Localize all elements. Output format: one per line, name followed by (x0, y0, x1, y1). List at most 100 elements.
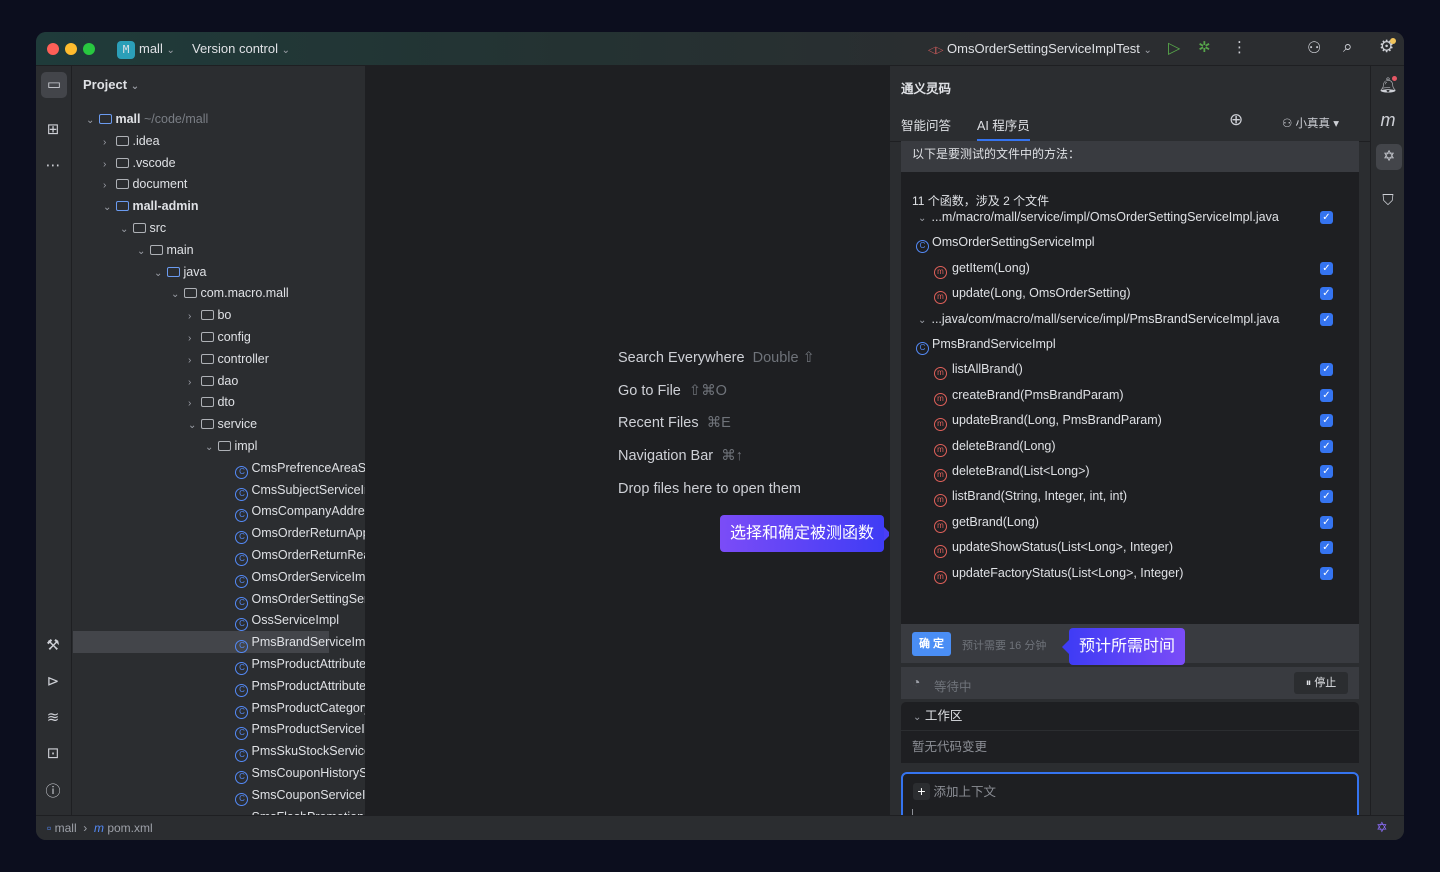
checkbox-checked[interactable]: ✓ (1320, 414, 1333, 428)
chevron-right-icon[interactable]: › (188, 350, 198, 372)
checkbox-checked[interactable]: ✓ (1320, 211, 1333, 224)
method-row[interactable]: m deleteBrand(Long) ✓ (901, 434, 1345, 459)
tree-item[interactable]: ⌄ src (73, 217, 329, 239)
tree-item[interactable]: ⌄ java (73, 261, 329, 283)
tree-item[interactable]: CPmsProductCategoryServiceImpl (73, 697, 365, 719)
chevron-right-icon[interactable]: › (188, 393, 198, 415)
method-row[interactable]: m updateFactoryStatus(List<Long>, Integer… (901, 561, 1345, 586)
tree-item[interactable]: CSmsFlashPromotionServiceImpl (73, 806, 365, 815)
tree-item[interactable]: C PmsBrandServiceImpl (73, 631, 365, 654)
method-row[interactable]: m deleteBrand(List<Long>) ✓ (901, 459, 1345, 484)
chevron-down-icon[interactable]: ⌄ (918, 206, 928, 231)
checkbox-checked[interactable]: ✓ (1320, 312, 1333, 326)
chevron-down-icon[interactable]: ⌄ (188, 415, 198, 437)
breadcrumb-item[interactable]: pom.xml (107, 821, 152, 835)
chevron-down-icon[interactable]: ⌄ (171, 284, 181, 306)
tree-item[interactable]: CPmsProductAttributeServiceImpl (73, 675, 365, 697)
tab-ai-programmer[interactable]: AI 程序员 (977, 115, 1030, 141)
notifications-bell-icon[interactable]: 🔔︎ (1376, 76, 1400, 94)
tree-item[interactable]: › dao (73, 370, 329, 392)
project-switcher[interactable]: Mmall ⌄ (117, 40, 175, 59)
tree-item[interactable]: COmsOrderReturnApplyServiceImpl (73, 522, 365, 545)
file-row[interactable]: ⌄ ...java/com/macro/mall/service/impl/Pm… (901, 307, 1345, 332)
tree-item[interactable]: C OmsOrderServiceImpl (73, 566, 365, 588)
chevron-down-icon[interactable]: ⌄ (918, 308, 928, 333)
tree-item[interactable]: CCmsPrefrenceAreaServiceImpl (73, 457, 365, 479)
confirm-button[interactable]: 确 定 (912, 632, 951, 656)
maven-icon[interactable]: m (1376, 110, 1400, 131)
chevron-right-icon[interactable]: › (188, 328, 198, 350)
maximize-window-button[interactable] (83, 43, 95, 55)
tree-item[interactable]: › bo (73, 304, 329, 326)
tree-item[interactable]: COmsOrderSettingServiceImpl (73, 588, 365, 610)
debug-icon[interactable]: ✲ (1198, 38, 1211, 56)
chevron-right-icon[interactable]: › (103, 132, 113, 154)
new-chat-icon[interactable]: ⊕ (1229, 110, 1243, 130)
run-services-icon[interactable]: ⊳ (41, 672, 65, 690)
add-context-button[interactable]: + 添加上下文 (913, 781, 996, 800)
tree-item[interactable]: ⌄ mall-admin (73, 195, 329, 217)
terminal-icon[interactable]: ⊡ (41, 744, 65, 762)
checkbox-checked[interactable]: ✓ (1320, 541, 1333, 555)
more-icon[interactable]: ⋮ (1232, 38, 1247, 56)
method-row[interactable]: m listBrand(String, Integer, int, int) ✓ (901, 484, 1345, 509)
method-row[interactable]: m updateShowStatus(List<Long>, Integer) ✓ (901, 535, 1345, 560)
tree-item[interactable]: CPmsProductAttributeCategoryServiceImpl (73, 653, 365, 675)
structure-icon[interactable]: ⊞ (41, 120, 65, 138)
layers-icon[interactable]: ≋ (41, 708, 65, 726)
tree-item[interactable]: ⌄ com.macro.mall (73, 282, 329, 304)
chevron-right-icon[interactable]: › (188, 306, 198, 328)
file-row[interactable]: ⌄ ...m/macro/mall/service/impl/OmsOrderS… (901, 205, 1345, 230)
chevron-down-icon[interactable]: ⌄ (103, 197, 113, 219)
user-menu[interactable]: ⚇ 小真真 ▾ (1282, 115, 1339, 131)
method-row[interactable]: m createBrand(PmsBrandParam) ✓ (901, 383, 1345, 408)
checkbox-checked[interactable]: ✓ (1320, 465, 1333, 478)
tree-item[interactable]: CSmsCouponHistoryServiceImpl (73, 762, 365, 784)
tree-item[interactable]: › .vscode (73, 152, 329, 174)
tree-item[interactable]: › .idea (73, 130, 329, 152)
method-row[interactable]: m update(Long, OmsOrderSetting) ✓ (901, 281, 1345, 306)
more-tools-icon[interactable]: ⋯ (41, 156, 65, 174)
checkbox-checked[interactable]: ✓ (1320, 363, 1333, 377)
tree-item[interactable]: C OssServiceImpl (73, 609, 339, 632)
checkbox-checked[interactable]: ✓ (1320, 490, 1333, 504)
chevron-down-icon[interactable]: ⌄ (154, 263, 164, 285)
checkbox-checked[interactable]: ✓ (1320, 515, 1333, 529)
chevron-right-icon[interactable]: › (103, 154, 113, 176)
project-view-selector[interactable]: Project ⌄ (83, 77, 139, 92)
tree-item[interactable]: COmsCompanyAddressServiceImpl (73, 500, 365, 523)
chevron-down-icon[interactable]: ⌄ (205, 437, 215, 459)
search-icon[interactable]: ⌕ (1343, 37, 1353, 57)
vcs-menu[interactable]: Version control ⌄ (192, 40, 290, 60)
method-row[interactable]: m getBrand(Long) ✓ (901, 510, 1345, 535)
tree-item[interactable]: COmsOrderReturnReasonServiceImpl (73, 544, 365, 566)
security-shield-icon[interactable]: ⛉ (1376, 192, 1400, 209)
tongyi-lingma-icon[interactable]: ✡ (1376, 144, 1402, 170)
tree-item[interactable]: ⌄ impl (73, 435, 329, 457)
chevron-down-icon[interactable]: ⌄ (137, 241, 147, 263)
tree-item[interactable]: ⌄ main (73, 239, 329, 261)
chevron-down-icon[interactable]: ⌄ (86, 110, 96, 132)
tree-item[interactable]: › document (73, 173, 329, 195)
stop-button[interactable]: ⏸ 停止 (1294, 672, 1348, 694)
checkbox-checked[interactable]: ✓ (1320, 566, 1333, 580)
checkbox-checked[interactable]: ✓ (1320, 439, 1333, 453)
tree-item[interactable]: ⌄ service (73, 413, 329, 435)
checkbox-checked[interactable]: ✓ (1320, 287, 1333, 301)
method-row[interactable]: m listAllBrand() ✓ (901, 357, 1345, 382)
chevron-right-icon[interactable]: › (188, 372, 198, 394)
build-hammer-icon[interactable]: ⚒ (41, 636, 65, 654)
add-user-icon[interactable]: ⚇ (1307, 38, 1321, 58)
settings-icon[interactable]: ⚙ (1379, 37, 1397, 57)
method-row[interactable]: m updateBrand(Long, PmsBrandParam) ✓ (901, 408, 1345, 433)
run-icon[interactable]: ▷ (1168, 38, 1180, 58)
breadcrumb-item[interactable]: mall (55, 821, 77, 835)
checkbox-checked[interactable]: ✓ (1320, 261, 1333, 275)
tree-item[interactable]: CPmsProductServiceImpl (73, 718, 365, 741)
method-row[interactable]: m getItem(Long) ✓ (901, 256, 1345, 281)
chevron-right-icon[interactable]: › (103, 175, 113, 197)
tree-item[interactable]: CCmsSubjectServiceImpl (73, 479, 365, 501)
tab-smart-qa[interactable]: 智能问答 (901, 115, 951, 134)
chevron-down-icon[interactable]: ⌄ (120, 219, 130, 241)
tree-item[interactable]: ⌄ mall ~/code/mall (73, 108, 329, 130)
